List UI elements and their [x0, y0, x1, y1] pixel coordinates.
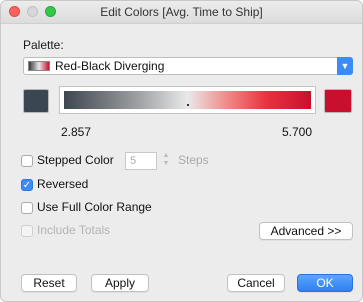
use-full-color-range-label: Use Full Color Range	[37, 200, 152, 214]
center-marker	[186, 104, 189, 106]
start-color-swatch[interactable]	[23, 89, 49, 113]
range-max-label: 5.700	[282, 125, 313, 139]
dropdown-arrow-icon[interactable]: ▼	[337, 57, 353, 75]
palette-selected-value: Red-Black Diverging	[55, 59, 165, 73]
palette-dropdown[interactable]: Red-Black Diverging ▼	[23, 57, 353, 75]
reset-button[interactable]: Reset	[21, 274, 77, 292]
apply-button[interactable]: Apply	[91, 274, 149, 292]
reversed-checkbox[interactable]: ✓	[21, 179, 33, 191]
include-totals-label: Include Totals	[37, 223, 111, 237]
include-totals-checkbox[interactable]	[21, 225, 33, 237]
cancel-button[interactable]: Cancel	[227, 274, 285, 292]
advanced-button[interactable]: Advanced >>	[259, 222, 353, 240]
color-gradient-bar	[64, 91, 311, 109]
edit-colors-dialog: Edit Colors [Avg. Time to Ship] Palette:…	[0, 0, 363, 302]
use-full-color-range-checkbox[interactable]	[21, 202, 33, 214]
ok-button[interactable]: OK	[297, 274, 353, 292]
end-color-swatch[interactable]	[324, 89, 352, 113]
palette-label: Palette:	[23, 38, 64, 52]
title-bar: Edit Colors [Avg. Time to Ship]	[1, 1, 362, 24]
stepped-color-label: Stepped Color	[37, 153, 114, 167]
reversed-label: Reversed	[37, 177, 89, 191]
palette-swatch-icon	[28, 61, 50, 71]
range-min-label: 2.857	[61, 125, 92, 139]
stepped-color-checkbox[interactable]	[21, 155, 33, 167]
steps-stepper[interactable]: ▲ ▼	[161, 152, 171, 170]
steps-input[interactable]: 5	[125, 152, 157, 170]
steps-unit-label: Steps	[178, 153, 209, 167]
window-title: Edit Colors [Avg. Time to Ship]	[100, 5, 263, 19]
color-gradient-preview	[59, 86, 316, 114]
